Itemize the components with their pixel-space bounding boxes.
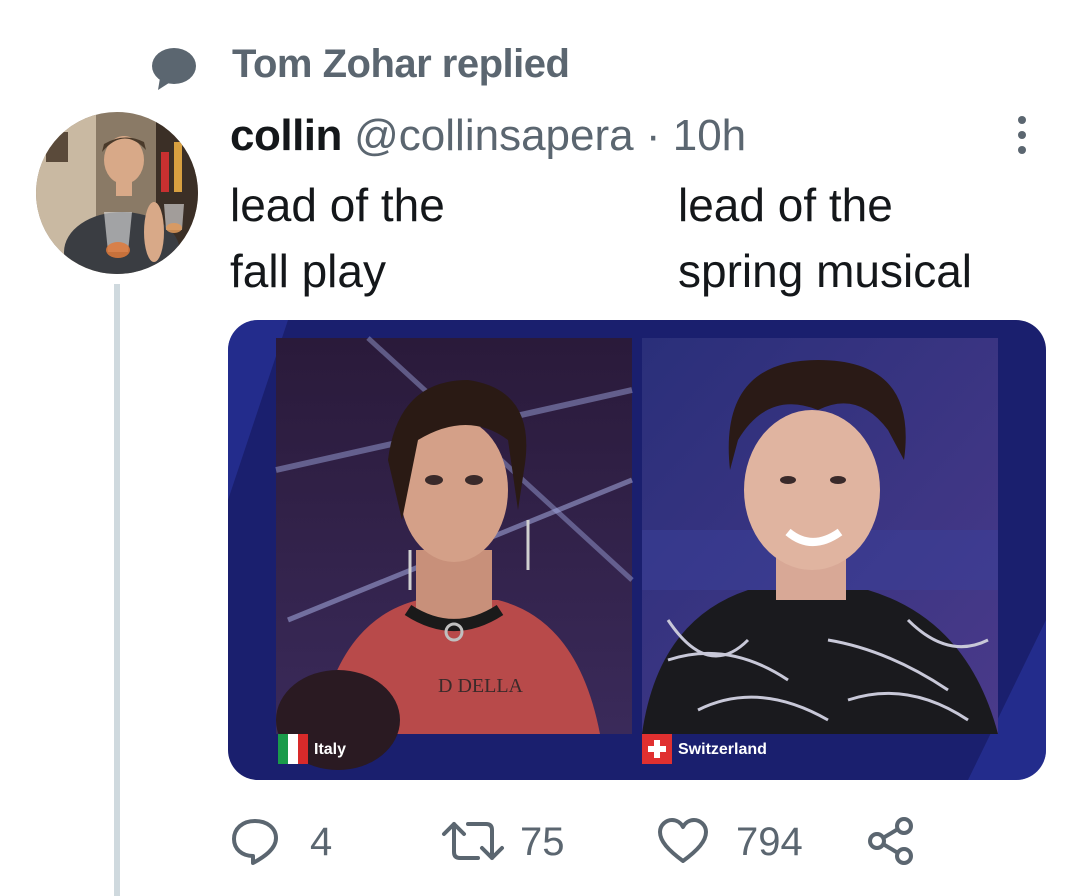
tweet-media[interactable]: D DELLA Italy Switzerland [228, 320, 1046, 780]
timestamp[interactable]: 10h [673, 111, 746, 160]
action-bar: 4 75 794 [230, 812, 950, 872]
retweet-icon [442, 822, 504, 860]
speech-bubble-icon [152, 48, 196, 90]
tweet-text-line: fall play [230, 245, 386, 297]
tweet-page: Tom Zohar replied collin @collinsapera ·… [0, 0, 1080, 896]
author-name[interactable]: collin [230, 111, 342, 160]
caption-italy: Italy [314, 741, 346, 758]
retweet-count: 75 [520, 820, 565, 864]
reply-count: 4 [310, 820, 333, 864]
tweet-text-line: lead of the [678, 179, 893, 231]
share-button[interactable] [866, 812, 926, 872]
reply-icon [232, 819, 278, 865]
flag-italy-icon [278, 734, 308, 764]
tattoo-text: D DELLA [438, 675, 524, 697]
thread-line [114, 284, 120, 896]
avatar-photo [36, 112, 198, 274]
flag-switzerland-icon [642, 734, 672, 764]
like-button[interactable]: 794 [656, 812, 836, 872]
tweet-text-line: spring musical [678, 245, 972, 297]
media-image: D DELLA Italy Switzerland [228, 320, 1046, 780]
tweet-text-left: lead of the fall play [230, 172, 445, 304]
avatar[interactable] [36, 112, 198, 274]
like-count: 794 [736, 820, 803, 864]
caption-switzerland: Switzerland [678, 741, 767, 758]
tweet-text-right: lead of the spring musical [678, 172, 972, 304]
author-handle[interactable]: @collinsapera [354, 111, 633, 160]
reply-button[interactable]: 4 [230, 812, 340, 872]
share-icon [868, 817, 913, 865]
heart-icon [658, 818, 708, 863]
tweet-text-line: lead of the [230, 179, 445, 231]
reply-context-text[interactable]: Tom Zohar replied [232, 42, 570, 87]
tweet-header: collin @collinsapera · 10h [230, 110, 746, 162]
retweet-button[interactable]: 75 [440, 812, 590, 872]
more-options-icon[interactable] [1010, 110, 1034, 160]
separator: · [645, 111, 661, 160]
